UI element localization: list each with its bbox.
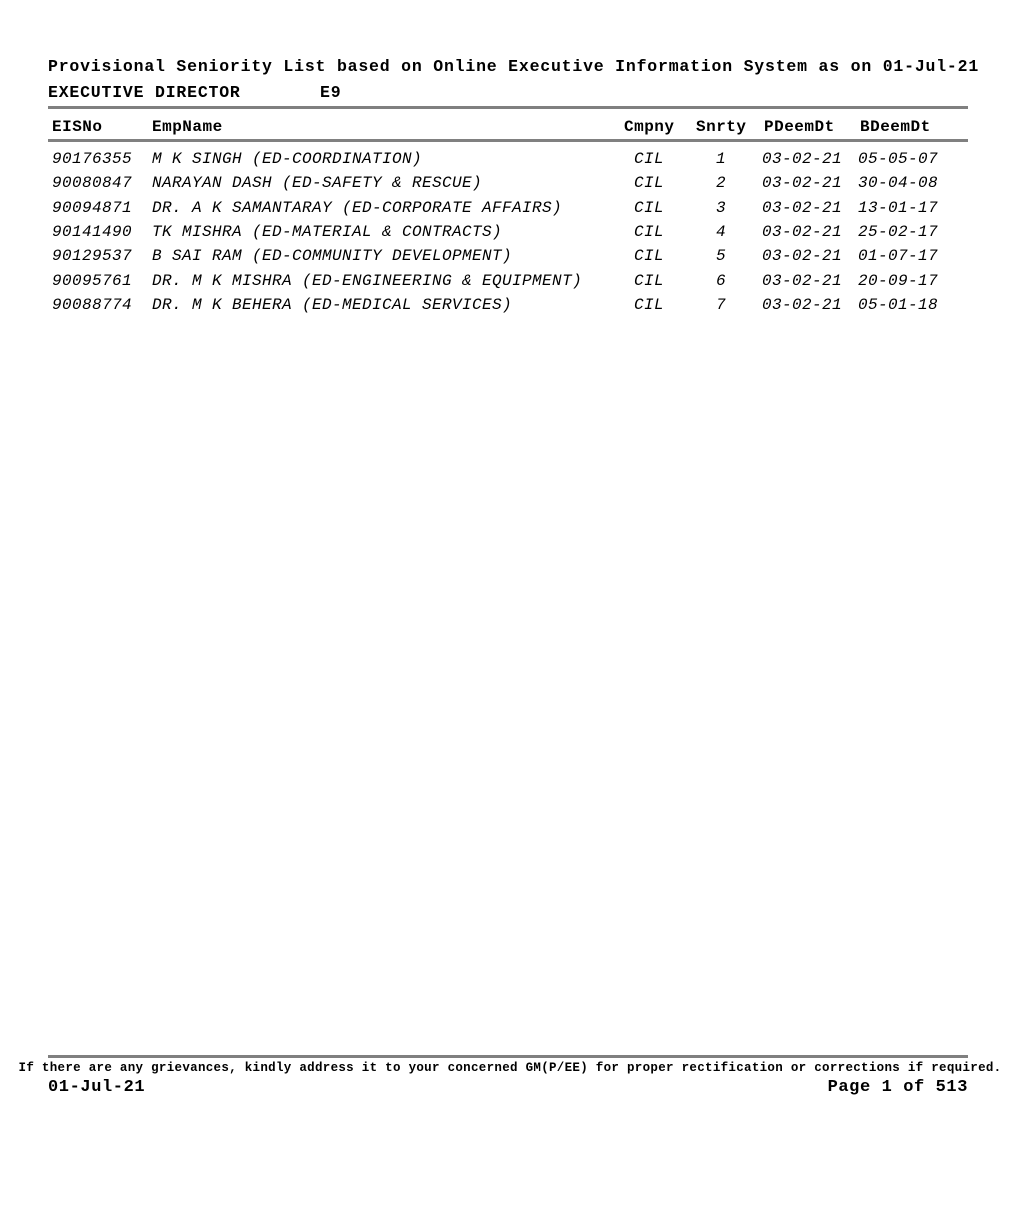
cell-empname: B SAI RAM (ED-COMMUNITY DEVELOPMENT) [152,247,513,266]
cell-bdeemdt: 30-04-08 [858,174,939,193]
footer-grievance-note: If there are any grievances, kindly addr… [18,1061,1002,1075]
cell-pdeemdt: 03-02-21 [762,198,843,217]
column-header-eisno: EISNo [52,118,103,136]
cell-empname: DR. M K MISHRA (ED-ENGINEERING & EQUIPME… [152,271,583,290]
cell-pdeemdt: 03-02-21 [762,271,843,290]
column-header-cmpny: Cmpny [624,118,675,136]
footer-rule [48,1055,968,1058]
column-header-empname: EmpName [152,118,223,136]
table-rule-top [48,106,968,109]
footer-date: 01-Jul-21 [48,1078,146,1097]
cell-empname: DR. M K BEHERA (ED-MEDICAL SERVICES) [152,295,513,314]
cell-cmpny: CIL [634,150,665,168]
cell-snrty: 3 [716,198,727,217]
cell-snrty: 4 [716,222,727,241]
cell-cmpny: CIL [634,271,665,290]
document-page: Provisional Seniority List based on Onli… [0,0,1020,1224]
table-row: 90095761 DR. M K MISHRA (ED-ENGINEERING &… [0,272,1020,296]
cell-snrty: 6 [716,271,727,290]
cell-pdeemdt: 03-02-21 [762,174,843,193]
cell-bdeemdt: 05-01-18 [858,295,939,314]
cell-snrty: 2 [716,174,727,193]
table-row: 90129537 B SAI RAM (ED-COMMUNITY DEVELOPM… [0,247,1020,271]
footer-page-number: Page 1 of 513 [827,1078,968,1097]
page-title: Provisional Seniority List based on Onli… [48,57,980,76]
cell-bdeemdt: 20-09-17 [858,271,939,290]
cell-cmpny: CIL [634,247,665,266]
table-row: 90094871 DR. A K SAMANTARAY (ED-CORPORATE… [0,199,1020,223]
cell-snrty: 5 [716,247,727,266]
cell-eisno: 90129537 [52,247,133,266]
column-header-snrty: Snrty [696,118,747,136]
table-row: 90080847 NARAYAN DASH (ED-SAFETY & RESCUE… [0,174,1020,198]
cell-pdeemdt: 03-02-21 [762,247,843,266]
cell-empname: M K SINGH (ED-COORDINATION) [152,150,423,168]
table-row: 90176355 M K SINGH (ED-COORDINATION) CIL 1 0… [0,150,1020,174]
cell-eisno: 90176355 [52,150,133,168]
table-row: 90141490 TK MISHRA (ED-MATERIAL & CONTRAC… [0,223,1020,247]
cell-eisno: 90094871 [52,198,133,217]
cell-cmpny: CIL [634,222,665,241]
cell-pdeemdt: 03-02-21 [762,222,843,241]
column-header-bdeemdt: BDeemDt [860,118,931,136]
cell-bdeemdt: 01-07-17 [858,247,939,266]
cell-cmpny: CIL [634,295,665,314]
cell-empname: NARAYAN DASH (ED-SAFETY & RESCUE) [152,174,483,193]
cell-bdeemdt: 25-02-17 [858,222,939,241]
grade-name-label: EXECUTIVE DIRECTOR [48,83,241,102]
cell-eisno: 90088774 [52,295,133,314]
cell-eisno: 90095761 [52,271,133,290]
column-header-pdeemdt: PDeemDt [764,118,835,136]
cell-eisno: 90080847 [52,174,133,193]
cell-cmpny: CIL [634,174,665,193]
cell-bdeemdt: 13-01-17 [858,198,939,217]
table-rule-header-bottom [48,139,968,142]
cell-snrty: 7 [716,295,727,314]
cell-empname: TK MISHRA (ED-MATERIAL & CONTRACTS) [152,222,503,241]
table-row: 90088774 DR. M K BEHERA (ED-MEDICAL SERVI… [0,296,1020,320]
cell-cmpny: CIL [634,198,665,217]
cell-eisno: 90141490 [52,222,133,241]
cell-snrty: 1 [716,150,727,168]
grade-code-label: E9 [320,83,342,102]
cell-empname: DR. A K SAMANTARAY (ED-CORPORATE AFFAIRS… [152,198,563,217]
cell-pdeemdt: 03-02-21 [762,295,843,314]
cell-pdeemdt: 03-02-21 [762,150,843,168]
cell-bdeemdt: 05-05-07 [858,150,939,168]
